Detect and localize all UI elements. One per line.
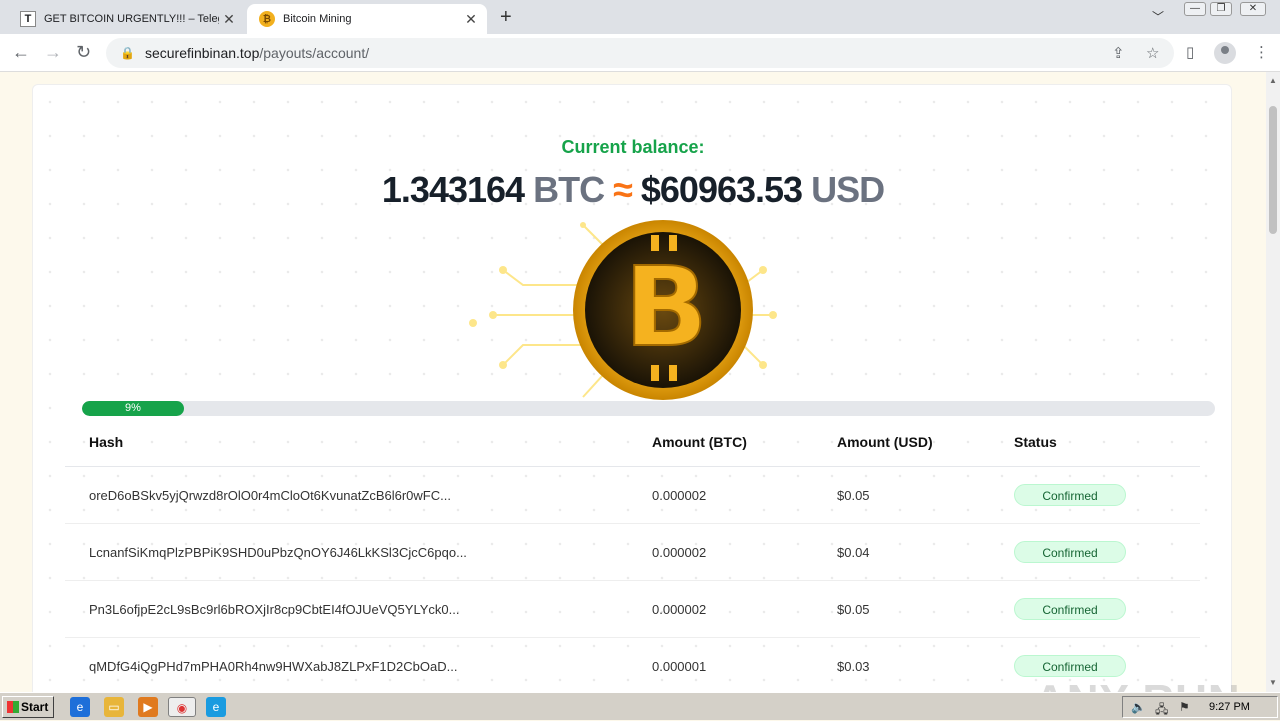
table-row: oreD6oBSkv5yjQrwzd8rOlO0r4mCloOt6KvunatZ… <box>65 467 1200 524</box>
row-amount-usd: $0.05 <box>837 602 870 617</box>
row-hash: Pn3L6ofjpE2cL9sBc9rl6bROXjIr8cp9CbtEI4fO… <box>89 602 460 617</box>
network-icon[interactable]: 🖧 <box>1155 700 1168 721</box>
bitcoin-favicon-icon: ₿ <box>259 11 275 27</box>
close-window-icon[interactable]: ✕ <box>1240 2 1266 16</box>
tab-close-icon[interactable]: ✕ <box>461 11 481 28</box>
volume-icon[interactable]: 🔈 <box>1131 700 1146 714</box>
row-amount-btc: 0.000001 <box>652 659 707 674</box>
folder-icon[interactable]: ▭ <box>104 697 124 717</box>
table-row: Pn3L6ofjpE2cL9sBc9rl6bROXjIr8cp9CbtEI4fO… <box>65 581 1200 638</box>
forward-arrow-icon[interactable]: → <box>44 42 62 63</box>
table-header: Hash Amount (BTC) Amount (USD) Status <box>65 417 1200 467</box>
chrome-icon[interactable]: ◉ <box>168 697 196 717</box>
internet-explorer-icon[interactable]: e <box>70 697 90 717</box>
start-button[interactable]: Start <box>2 696 54 718</box>
bitcoin-coin-icon: B <box>469 220 857 400</box>
row-amount-btc: 0.000002 <box>652 602 707 617</box>
minimize-icon[interactable]: — <box>1184 2 1206 16</box>
windows-logo-icon <box>7 701 19 713</box>
balance-label: Current balance: <box>561 137 705 157</box>
usd-unit: USD <box>811 169 885 210</box>
profile-avatar-icon[interactable] <box>1214 42 1236 64</box>
approx-sign: ≈ <box>613 169 633 210</box>
chevron-down-icon[interactable]: ﹀ <box>1152 8 1164 25</box>
taskbar: Start e ▭ ▶ ◉ e 🔈 🖧 ⚑ 9:27 PM <box>0 692 1280 720</box>
row-amount-usd: $0.05 <box>837 488 870 503</box>
flag-icon[interactable]: ⚑ <box>1179 700 1190 714</box>
mining-progress-bar: 9% <box>82 401 1215 416</box>
status-badge: Confirmed <box>1014 541 1126 563</box>
tab-close-icon[interactable]: ✕ <box>219 11 239 28</box>
lock-icon: 🔒 <box>120 46 135 60</box>
telegram-favicon-icon: T <box>20 11 36 27</box>
header-amount-btc: Amount (BTC) <box>652 434 747 450</box>
url-host: securefinbinan.top <box>144 45 260 61</box>
header-status: Status <box>1014 434 1057 450</box>
url-path: /payouts/account/ <box>259 45 370 61</box>
share-icon[interactable]: ⇪ <box>1112 44 1125 62</box>
table-row: LcnanfSiKmqPlzPBPiK9SHD0uPbzQnOY6J46LkKS… <box>65 524 1200 581</box>
tab-title: Bitcoin Mining <box>283 13 352 25</box>
address-bar[interactable]: 🔒 securefinbinan.top/payouts/account/ ⇪ … <box>106 38 1174 68</box>
header-amount-usd: Amount (USD) <box>837 434 933 450</box>
scroll-thumb[interactable] <box>1269 106 1277 234</box>
edge-icon[interactable]: e <box>206 697 226 717</box>
start-label: Start <box>21 700 49 714</box>
tab-title: GET BITCOIN URGENTLY!!! – Telegram <box>44 13 219 25</box>
browser-toolbar: ← → ↻ 🔒 securefinbinan.top/payouts/accou… <box>0 34 1280 72</box>
new-tab-icon[interactable]: + <box>500 6 512 29</box>
balance-amount: 1.343164 BTC ≈ $60963.53 USD <box>33 169 1233 211</box>
maximize-icon[interactable]: ❐ <box>1210 2 1232 16</box>
side-panel-icon[interactable]: ▯ <box>1186 43 1194 61</box>
btc-amount: 1.343164 <box>381 169 525 210</box>
usd-amount: $60963.53 <box>640 169 803 210</box>
scroll-down-icon[interactable]: ▼ <box>1269 678 1277 687</box>
row-amount-btc: 0.000002 <box>652 488 707 503</box>
row-amount-btc: 0.000002 <box>652 545 707 560</box>
reload-icon[interactable]: ↻ <box>76 42 91 63</box>
row-hash: LcnanfSiKmqPlzPBPiK9SHD0uPbzQnOY6J46LkKS… <box>89 545 467 560</box>
table-row: qMDfG4iQgPHd7mPHA0Rh4nw9HWXabJ8ZLPxF1D2C… <box>65 638 1200 692</box>
media-player-icon[interactable]: ▶ <box>138 697 158 717</box>
anyrun-watermark: ANY RUN <box>1034 676 1241 692</box>
status-badge: Confirmed <box>1014 655 1126 677</box>
coin-symbol: B <box>624 243 708 371</box>
payouts-table: Hash Amount (BTC) Amount (USD) Status or… <box>65 417 1200 692</box>
page-scrollbar[interactable]: ▲ ▼ <box>1266 72 1280 692</box>
btc-unit: BTC <box>533 169 605 210</box>
header-hash: Hash <box>89 434 124 450</box>
system-tray: 🔈 🖧 ⚑ 9:27 PM <box>1122 696 1278 718</box>
bookmark-star-icon[interactable]: ☆ <box>1146 44 1159 62</box>
back-arrow-icon[interactable]: ← <box>12 42 30 63</box>
status-badge: Confirmed <box>1014 598 1126 620</box>
account-card: Current balance: 1.343164 BTC ≈ $60963.5… <box>32 84 1232 692</box>
status-badge: Confirmed <box>1014 484 1126 506</box>
scroll-up-icon[interactable]: ▲ <box>1269 76 1277 85</box>
tab-bitcoin-mining[interactable]: ₿ Bitcoin Mining ✕ <box>247 4 487 34</box>
clock: 9:27 PM <box>1209 701 1250 713</box>
tab-strip: T GET BITCOIN URGENTLY!!! – Telegram ✕ ₿… <box>0 0 1280 34</box>
row-hash: qMDfG4iQgPHd7mPHA0Rh4nw9HWXabJ8ZLPxF1D2C… <box>89 659 458 674</box>
row-amount-usd: $0.04 <box>837 545 870 560</box>
row-hash: oreD6oBSkv5yjQrwzd8rOlO0r4mCloOt6KvunatZ… <box>89 488 451 503</box>
tab-telegram[interactable]: T GET BITCOIN URGENTLY!!! – Telegram ✕ <box>10 4 245 34</box>
bitcoin-coin-illustration: B <box>433 215 857 401</box>
row-amount-usd: $0.03 <box>837 659 870 674</box>
page-viewport: Current balance: 1.343164 BTC ≈ $60963.5… <box>0 72 1266 692</box>
progress-fill: 9% <box>82 401 184 416</box>
kebab-menu-icon[interactable]: ⋮ <box>1254 43 1269 61</box>
